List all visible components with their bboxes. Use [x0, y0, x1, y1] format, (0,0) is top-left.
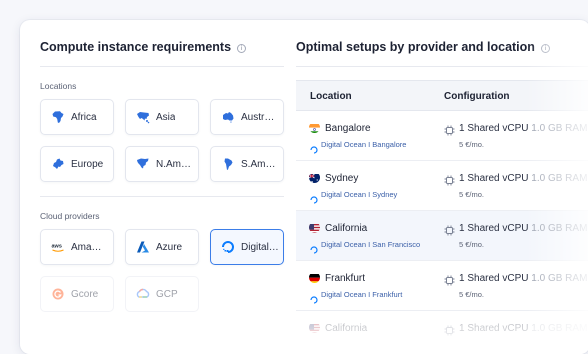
row-city: Frankfurt — [325, 273, 366, 284]
info-icon[interactable]: i — [237, 44, 247, 53]
divider — [296, 66, 588, 67]
row-price: 5 €/mo. — [459, 240, 485, 249]
requirements-card: Compute instance requirements i Locations… — [20, 20, 588, 354]
row-city: California — [325, 323, 368, 334]
provider-option-aws[interactable]: aws Ama… — [40, 229, 114, 265]
table-row[interactable]: California 1 Shared vCPU 1.0 GB RAM — [296, 311, 588, 354]
cloud-providers-label: Cloud providers — [40, 211, 100, 221]
digitalocean-logo-icon — [221, 240, 235, 254]
compute-requirements-panel: Compute instance requirements i Locations… — [20, 20, 285, 354]
optimal-setups-title-text: Optimal setups by provider and location — [296, 40, 535, 54]
row-config: 1 Shared vCPU 1.0 GB RAM — [459, 123, 587, 134]
cpu-chip-icon — [444, 173, 455, 186]
optimal-setups-title: Optimal setups by provider and location i — [296, 40, 550, 54]
table-header: Location Configuration — [296, 80, 588, 111]
location-label: Asia — [156, 111, 176, 123]
digitalocean-logo-icon — [310, 191, 318, 204]
location-label: N.Am… — [156, 158, 191, 170]
location-option-australia[interactable]: Austr… — [210, 99, 284, 135]
germany-flag-icon — [309, 272, 320, 283]
row-memory: 1.0 GB RAM — [531, 323, 588, 334]
requirements-title-text: Compute instance requirements — [40, 40, 232, 54]
row-city: Bangalore — [325, 123, 371, 134]
row-memory: 1.0 GB RAM — [531, 223, 588, 234]
row-price: 5 €/mo. — [459, 190, 485, 199]
location-label: Europe — [71, 158, 104, 170]
table-row[interactable]: Sydney Digital Ocean I Sydney 1 Shared v… — [296, 161, 588, 211]
provider-label: Azure — [156, 241, 183, 253]
table-row[interactable]: Bangalore Digital Ocean I Bangalore 1 Sh… — [296, 111, 588, 161]
digitalocean-logo-icon — [310, 241, 318, 254]
divider — [40, 66, 284, 67]
row-vcpu: 1 Shared vCPU — [459, 323, 529, 334]
requirements-title: Compute instance requirements i — [40, 40, 247, 54]
provider-label: Ama… — [71, 241, 102, 253]
location-option-north-america[interactable]: N.Am… — [125, 146, 199, 182]
africa-map-icon — [51, 110, 65, 124]
row-vcpu: 1 Shared vCPU — [459, 173, 529, 184]
locations-label: Locations — [40, 81, 77, 91]
row-config: 1 Shared vCPU 1.0 GB RAM — [459, 273, 587, 284]
divider — [40, 196, 284, 197]
row-vcpu: 1 Shared vCPU — [459, 123, 529, 134]
info-icon[interactable]: i — [540, 44, 550, 53]
svg-text:aws: aws — [52, 244, 62, 250]
provider-label: Digital… — [241, 241, 279, 253]
location-label: S.Am… — [241, 158, 276, 170]
gcore-logo-icon — [51, 287, 65, 301]
cpu-chip-icon — [444, 123, 455, 136]
usa-flag-icon — [309, 222, 320, 233]
provider-option-gcp[interactable]: GCP — [125, 276, 199, 312]
row-price: 5 €/mo. — [459, 140, 485, 149]
location-option-asia[interactable]: Asia — [125, 99, 199, 135]
provider-label: Gcore — [71, 288, 99, 300]
cpu-chip-icon — [444, 223, 455, 236]
north-america-map-icon — [136, 157, 150, 171]
row-config: 1 Shared vCPU 1.0 GB RAM — [459, 223, 587, 234]
column-header-location: Location — [310, 91, 352, 102]
australia-flag-icon — [309, 172, 320, 183]
row-provider: Digital Ocean I San Francisco — [321, 240, 421, 249]
row-price: 5 €/mo. — [459, 290, 485, 299]
aws-logo-icon: aws — [51, 240, 65, 254]
row-config: 1 Shared vCPU 1.0 GB RAM — [459, 173, 587, 184]
table-row[interactable]: California Digital Ocean I San Francisco… — [296, 211, 588, 261]
australia-map-icon — [221, 110, 235, 124]
row-provider: Digital Ocean I Frankfurt — [321, 290, 403, 299]
table-row[interactable]: Frankfurt Digital Ocean I Frankfurt 1 Sh… — [296, 261, 588, 311]
asia-map-icon — [136, 110, 150, 124]
row-config: 1 Shared vCPU 1.0 GB RAM — [459, 323, 587, 334]
row-vcpu: 1 Shared vCPU — [459, 223, 529, 234]
digitalocean-logo-icon — [310, 291, 318, 304]
location-option-europe[interactable]: Europe — [40, 146, 114, 182]
location-label: Austr… — [241, 111, 275, 123]
provider-option-gcore[interactable]: Gcore — [40, 276, 114, 312]
south-america-map-icon — [221, 157, 235, 171]
row-memory: 1.0 GB RAM — [531, 123, 588, 134]
optimal-setups-panel: Optimal setups by provider and location i… — [296, 20, 588, 354]
location-label: Africa — [71, 111, 97, 123]
cpu-chip-icon — [444, 273, 455, 286]
location-option-africa[interactable]: Africa — [40, 99, 114, 135]
provider-option-digitalocean[interactable]: Digital… — [210, 229, 284, 265]
india-flag-icon — [309, 122, 320, 133]
digitalocean-logo-icon — [310, 141, 318, 154]
row-provider: Digital Ocean I Sydney — [321, 190, 398, 199]
azure-logo-icon — [136, 240, 150, 254]
row-provider: Digital Ocean I Bangalore — [321, 140, 407, 149]
row-memory: 1.0 GB RAM — [531, 273, 588, 284]
location-option-south-america[interactable]: S.Am… — [210, 146, 284, 182]
row-vcpu: 1 Shared vCPU — [459, 273, 529, 284]
gcp-logo-icon — [136, 287, 150, 301]
row-city: California — [325, 223, 368, 234]
column-header-configuration: Configuration — [444, 91, 510, 102]
row-memory: 1.0 GB RAM — [531, 173, 588, 184]
europe-map-icon — [51, 157, 65, 171]
provider-label: GCP — [156, 288, 178, 300]
provider-option-azure[interactable]: Azure — [125, 229, 199, 265]
cpu-chip-icon — [444, 323, 455, 336]
row-city: Sydney — [325, 173, 359, 184]
usa-flag-icon — [309, 322, 320, 333]
